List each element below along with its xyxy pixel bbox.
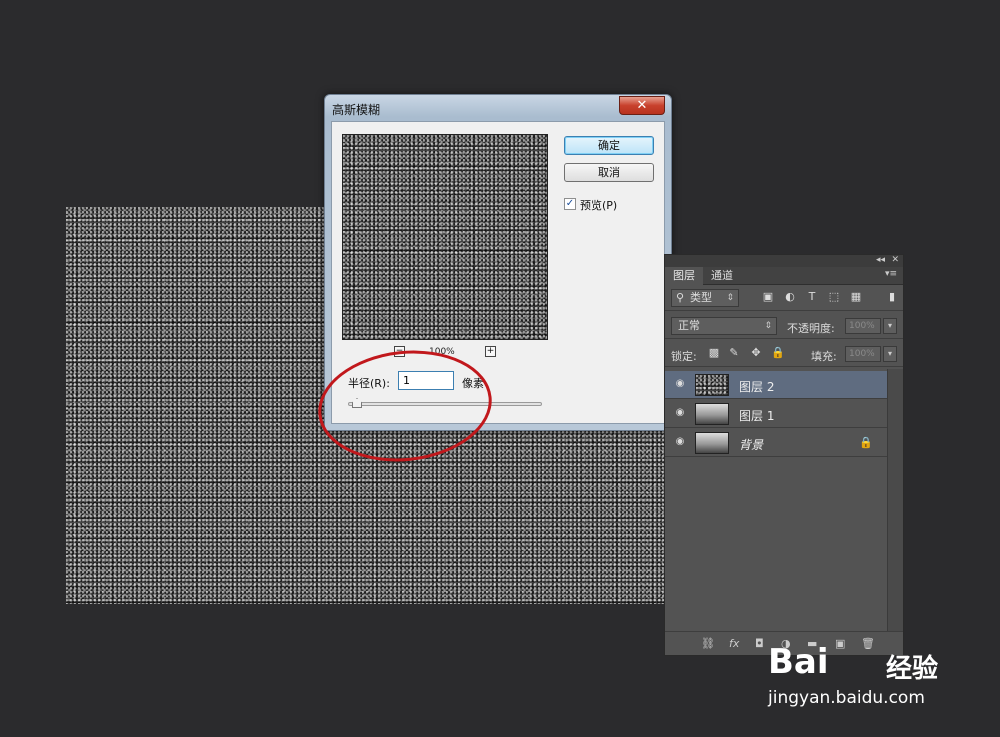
blend-row: 正常 ⇕ 不透明度: 100% ▾: [665, 313, 903, 339]
smart-filter-icon[interactable]: ▦: [849, 290, 863, 304]
shape-filter-icon[interactable]: ⬚: [827, 290, 841, 304]
fill-dropdown[interactable]: ▾: [883, 346, 897, 362]
panel-titlebar: ◂◂ ✕: [665, 255, 903, 267]
adjustment-filter-icon[interactable]: ◐: [783, 290, 797, 304]
close-button[interactable]: ✕: [619, 96, 665, 115]
lock-label: 锁定:: [671, 350, 697, 363]
preview-label: 预览(P): [580, 199, 618, 212]
ok-button[interactable]: 确定: [564, 136, 654, 155]
eye-icon[interactable]: ◉: [673, 379, 687, 389]
layer-row-1[interactable]: ◉ 图层 1: [665, 400, 887, 428]
blend-mode-value: 正常: [678, 319, 700, 332]
link-icon[interactable]: ⛓: [701, 637, 715, 650]
layer-thumbnail: [695, 374, 729, 396]
chevron-icon: ⇕: [764, 321, 772, 331]
panel-close-icon[interactable]: ✕: [891, 255, 899, 265]
layer-row-background[interactable]: ◉ 背景 🔒: [665, 429, 887, 457]
lock-icon: 🔒: [859, 436, 873, 449]
lock-all-icon[interactable]: 🔒: [771, 346, 785, 360]
collapse-icon[interactable]: ◂◂: [876, 255, 885, 265]
layer-name: 图层 2: [739, 380, 775, 394]
layer-filter-select[interactable]: ⚲ 类型 ⇕: [671, 289, 739, 307]
opacity-input[interactable]: 100%: [845, 318, 881, 334]
fill-label: 填充:: [811, 350, 837, 363]
filter-label: 类型: [690, 291, 712, 304]
watermark-brand: Bai: [768, 642, 829, 682]
layers-panel: ◂◂ ✕ 图层 通道 ▾≡ ⚲ 类型 ⇕ ▣ ◐ T ⬚ ▦ ▮ 正常 ⇕ 不透…: [664, 254, 904, 656]
watermark-url: jingyan.baidu.com: [768, 688, 925, 708]
layer-row-2[interactable]: ◉ 图层 2: [665, 371, 887, 399]
lock-move-icon[interactable]: ✥: [749, 346, 763, 360]
layer-name: 背景: [739, 438, 764, 452]
baidu-watermark: Bai 经验 jingyan.baidu.com: [768, 642, 948, 722]
fill-input[interactable]: 100%: [845, 346, 881, 362]
tab-channels[interactable]: 通道: [703, 267, 741, 285]
eye-icon[interactable]: ◉: [673, 408, 687, 418]
panel-menu-icon[interactable]: ▾≡: [885, 269, 897, 279]
watermark-brand-cn: 经验: [886, 654, 939, 684]
cancel-button[interactable]: 取消: [564, 163, 654, 182]
zoom-in-button[interactable]: +: [485, 346, 496, 357]
type-filter-icon[interactable]: T: [805, 290, 819, 304]
fx-icon[interactable]: fx: [729, 637, 739, 650]
dialog-title: 高斯模糊: [332, 103, 381, 117]
opacity-label: 不透明度:: [787, 322, 835, 335]
layer-thumbnail: [695, 432, 729, 454]
blur-preview[interactable]: [342, 134, 548, 340]
mask-icon[interactable]: ◘: [755, 637, 764, 650]
layers-scrollbar[interactable]: [887, 369, 903, 631]
eye-icon[interactable]: ◉: [673, 437, 687, 447]
tab-layers[interactable]: 图层: [665, 267, 703, 285]
layer-thumbnail: [695, 403, 729, 425]
image-filter-icon[interactable]: ▣: [761, 290, 775, 304]
blend-mode-select[interactable]: 正常 ⇕: [671, 317, 777, 335]
lock-transparent-icon[interactable]: ▩: [707, 346, 721, 360]
chevron-icon: ⇕: [726, 293, 734, 303]
layer-name: 图层 1: [739, 409, 775, 423]
filter-row: ⚲ 类型 ⇕ ▣ ◐ T ⬚ ▦ ▮: [665, 285, 903, 311]
lock-row: 锁定: ▩ ✎ ✥ 🔒 填充: 100% ▾: [665, 341, 903, 367]
opacity-dropdown[interactable]: ▾: [883, 318, 897, 334]
search-icon: ⚲: [676, 291, 685, 304]
lock-paint-icon[interactable]: ✎: [727, 346, 741, 360]
filter-toggle-icon[interactable]: ▮: [885, 290, 899, 304]
preview-checkbox[interactable]: ✓: [564, 198, 576, 210]
panel-tabs: 图层 通道 ▾≡: [665, 267, 903, 285]
